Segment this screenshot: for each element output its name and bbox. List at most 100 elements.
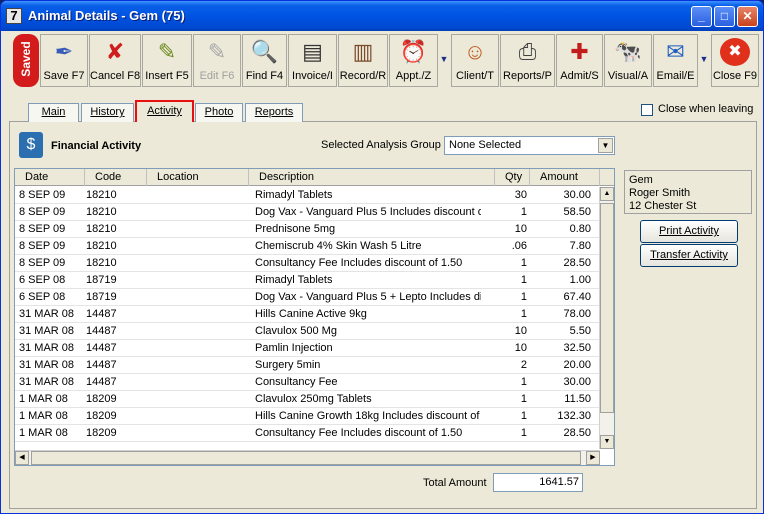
cell-location	[149, 289, 247, 306]
table-row[interactable]: 1 MAR 08 18209 Hills Canine Growth 18kg In…	[15, 408, 600, 425]
cell-description: Dog Vax - Vanguard Plus 5 Includes disco…	[255, 206, 481, 218]
close-when-leaving-label: Close when leaving	[658, 103, 754, 115]
tab-reports[interactable]: Reports	[245, 103, 303, 122]
appointment-button[interactable]: ⏰ Appt./Z	[389, 34, 438, 87]
table-row[interactable]: 1 MAR 08 18209 Consultancy Fee Includes di…	[15, 425, 600, 442]
table-row[interactable]: 8 SEP 09 18210 Chemiscrub 4% Skin Wash 5 L…	[15, 238, 600, 255]
column-header-amount[interactable]: Amount	[530, 169, 600, 186]
print-activity-button[interactable]: Print Activity	[640, 220, 738, 243]
insert-button[interactable]: ✎ Insert F5	[142, 34, 192, 87]
chevron-down-icon[interactable]: ▼	[598, 138, 613, 153]
cell-description: Pamlin Injection	[255, 342, 333, 354]
table-row[interactable]: 31 MAR 08 14487 Surgery 5min 2 20.00	[15, 357, 600, 374]
printer-icon: ⎙	[518, 39, 537, 64]
table-row[interactable]: 8 SEP 09 18210 Prednisone 5mg 10 0.80	[15, 221, 600, 238]
invoice-icon: ▤	[302, 39, 323, 64]
appointment-dropdown-arrow[interactable]: ▼	[439, 54, 449, 64]
financial-activity-icon: $	[19, 132, 43, 158]
visual-button[interactable]: 🐄 Visual/A	[604, 34, 652, 87]
vertical-scrollbar[interactable]: ▲ ▼	[599, 187, 614, 449]
table-row[interactable]: 6 SEP 08 18719 Rimadyl Tablets 1 1.00	[15, 272, 600, 289]
table-row[interactable]: 8 SEP 09 18210 Consultancy Fee Includes di…	[15, 255, 600, 272]
owner-name: Roger Smith	[629, 187, 691, 199]
cell-description: Consultancy Fee Includes discount of 1.5…	[255, 427, 463, 439]
client-button[interactable]: ☺ Client/T	[451, 34, 499, 87]
invoice-button[interactable]: ▤ Invoice/I	[288, 34, 337, 87]
scroll-down-arrow-icon[interactable]: ▼	[600, 435, 614, 449]
total-amount-label: Total Amount	[423, 477, 487, 489]
edit-button[interactable]: ✎ Edit F6	[193, 34, 241, 87]
close-button[interactable]: ✖ Close F9	[711, 34, 759, 87]
cell-date: 31 MAR 08	[19, 359, 75, 371]
close-when-leaving-checkbox[interactable]	[641, 104, 653, 116]
cell-amount: 132.30	[557, 410, 591, 422]
column-header-location[interactable]: Location	[147, 169, 249, 186]
minimize-button[interactable]: _	[691, 6, 712, 27]
cell-description: Hills Canine Growth 18kg Includes discou…	[255, 410, 481, 422]
activity-grid: Date Code Location Description Qty Amoun…	[14, 168, 615, 466]
save-button[interactable]: ✒ Save F7	[40, 34, 88, 87]
cell-amount: 1.00	[569, 274, 591, 286]
cell-amount: 28.50	[563, 257, 591, 269]
animal-name: Gem	[629, 174, 653, 186]
cell-code: 14487	[86, 308, 117, 320]
vertical-scroll-thumb[interactable]	[600, 203, 614, 413]
cell-location	[149, 306, 247, 323]
table-row[interactable]: 31 MAR 08 14487 Clavulox 500 Mg 10 5.50	[15, 323, 600, 340]
insert-document-icon: ✎	[157, 39, 177, 64]
scroll-left-arrow-icon[interactable]: ◀	[15, 451, 29, 465]
column-header-code[interactable]: Code	[85, 169, 147, 186]
horizontal-scrollbar[interactable]: ◀ ▶	[15, 450, 600, 465]
record-button[interactable]: ▥ Record/R	[338, 34, 388, 87]
admit-button[interactable]: ✚ Admit/S	[556, 34, 603, 87]
maximize-button[interactable]: □	[714, 6, 735, 27]
scroll-up-arrow-icon[interactable]: ▲	[600, 187, 614, 201]
tab-history[interactable]: History	[81, 103, 134, 122]
cell-code: 14487	[86, 325, 117, 337]
transfer-activity-button[interactable]: Transfer Activity	[640, 244, 738, 267]
table-row[interactable]: 8 SEP 09 18210 Rimadyl Tablets 30 30.00	[15, 187, 600, 204]
analysis-group-label: Selected Analysis Group	[321, 139, 441, 151]
cell-amount: 58.50	[563, 206, 591, 218]
cell-location	[149, 323, 247, 340]
table-row[interactable]: 6 SEP 08 18719 Dog Vax - Vanguard Plus 5 +…	[15, 289, 600, 306]
table-row[interactable]: 31 MAR 08 14487 Pamlin Injection 10 32.50	[15, 340, 600, 357]
column-header-description[interactable]: Description	[249, 169, 495, 186]
cell-amount: 5.50	[569, 325, 591, 337]
cell-qty: 1	[520, 274, 527, 286]
table-row[interactable]: 8 SEP 09 18210 Dog Vax - Vanguard Plus 5 I…	[15, 204, 600, 221]
analysis-group-select[interactable]: None Selected ▼	[444, 136, 615, 155]
cell-code: 18210	[86, 240, 117, 252]
tab-photo[interactable]: Photo	[195, 103, 243, 122]
tab-main[interactable]: Main	[28, 103, 79, 122]
tab-activity[interactable]: Activity	[135, 100, 194, 122]
close-window-button[interactable]: ✕	[737, 6, 758, 27]
find-button[interactable]: 🔍 Find F4	[242, 34, 287, 87]
horizontal-scroll-thumb[interactable]	[31, 451, 581, 465]
email-button[interactable]: ✉ Email/E	[653, 34, 698, 87]
cell-qty: 1	[520, 376, 527, 388]
cell-description: Hills Canine Active 9kg	[255, 308, 367, 320]
cell-amount: 20.00	[563, 359, 591, 371]
cell-amount: 30.00	[563, 189, 591, 201]
table-row[interactable]: 31 MAR 08 14487 Consultancy Fee 1 30.00	[15, 374, 600, 391]
cell-amount: 78.00	[563, 308, 591, 320]
scroll-right-arrow-icon[interactable]: ▶	[586, 451, 600, 465]
column-header-qty[interactable]: Qty	[495, 169, 530, 186]
cell-location	[149, 255, 247, 272]
cell-location	[149, 374, 247, 391]
title-bar[interactable]: 7 Animal Details - Gem (75) _ □ ✕	[1, 1, 763, 31]
cancel-button[interactable]: ✘ Cancel F8	[89, 34, 141, 87]
cell-qty: 1	[520, 410, 527, 422]
email-dropdown-arrow[interactable]: ▼	[699, 54, 709, 64]
record-books-icon: ▥	[352, 39, 374, 64]
table-row[interactable]: 31 MAR 08 14487 Hills Canine Active 9kg 1 78…	[15, 306, 600, 323]
cell-location	[149, 187, 247, 204]
table-row[interactable]: 1 MAR 08 18209 Clavulox 250mg Tablets 1 11.5…	[15, 391, 600, 408]
alarm-clock-icon: ⏰	[399, 39, 428, 64]
grid-header: Date Code Location Description Qty Amoun…	[15, 169, 614, 186]
column-header-date[interactable]: Date	[15, 169, 85, 186]
cell-qty: .06	[511, 240, 527, 252]
reports-button[interactable]: ⎙ Reports/P	[500, 34, 555, 87]
cell-date: 1 MAR 08	[19, 427, 68, 439]
